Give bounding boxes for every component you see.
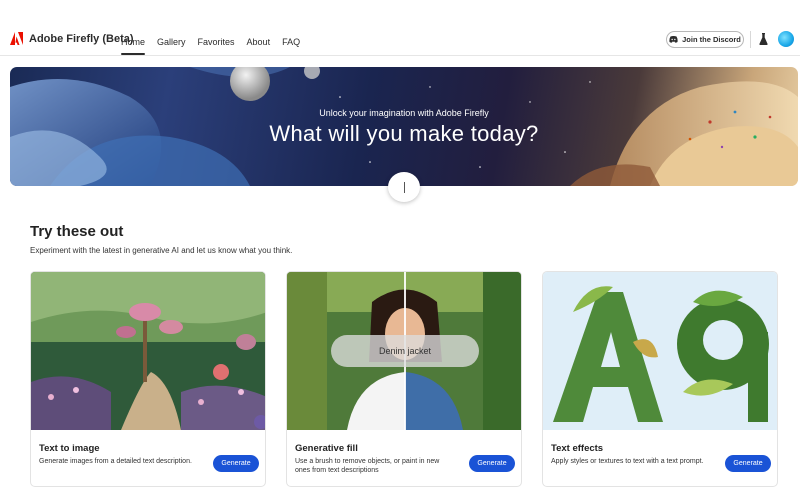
brand[interactable]: Adobe Firefly (Beta) [10, 32, 134, 45]
card-description: Use a brush to remove objects, or paint … [295, 458, 440, 474]
prompt-pill[interactable]: Denim jacket [331, 335, 479, 367]
nav-link-home[interactable]: Home [121, 37, 146, 55]
hero-subtitle: Unlock your imagination with Adobe Firef… [319, 108, 489, 118]
nav-link-faq[interactable]: FAQ [282, 37, 300, 47]
brand-name: Adobe Firefly (Beta) [29, 32, 134, 45]
join-discord-button[interactable]: Join the Discord [666, 31, 744, 48]
avatar[interactable] [778, 31, 794, 47]
hero-scroll-handle[interactable] [388, 172, 420, 202]
hero-title: What will you make today? [269, 121, 539, 146]
fantasy-garden-image [31, 272, 265, 430]
card-description: Apply styles or textures to text with a … [551, 458, 704, 465]
card-text-effects[interactable]: Text effects Apply styles or textures to… [542, 271, 778, 487]
nav-link-favorites[interactable]: Favorites [198, 37, 235, 47]
adobe-logo-icon [10, 32, 23, 45]
leafy-letters-image [543, 272, 777, 430]
generate-button[interactable]: Generate [725, 455, 771, 472]
card-image [31, 272, 265, 430]
card-title: Generative fill [295, 443, 358, 454]
discord-icon [669, 36, 678, 43]
card-title: Text to image [39, 443, 100, 454]
card-generative-fill[interactable]: Denim jacket Generative fill Use a brush… [286, 271, 522, 487]
generate-button[interactable]: Generate [469, 455, 515, 472]
section-title: Try these out [30, 223, 124, 240]
nav-link-about[interactable]: About [247, 37, 271, 47]
top-nav: Adobe Firefly (Beta) Home Gallery Favori… [0, 0, 800, 56]
nav-link-gallery[interactable]: Gallery [157, 37, 186, 47]
nav-links: Home Gallery Favorites About FAQ [121, 37, 312, 55]
hero-banner: Unlock your imagination with Adobe Firef… [10, 67, 798, 186]
card-image [543, 272, 777, 430]
section-subtitle: Experiment with the latest in generative… [30, 246, 293, 255]
card-description: Generate images from a detailed text des… [39, 458, 192, 465]
card-text-to-image[interactable]: Text to image Generate images from a det… [30, 271, 266, 487]
labs-beaker-icon[interactable] [759, 33, 768, 45]
discord-label: Join the Discord [682, 35, 741, 44]
generate-button[interactable]: Generate [213, 455, 259, 472]
card-title: Text effects [551, 443, 604, 454]
nav-divider [750, 31, 751, 48]
